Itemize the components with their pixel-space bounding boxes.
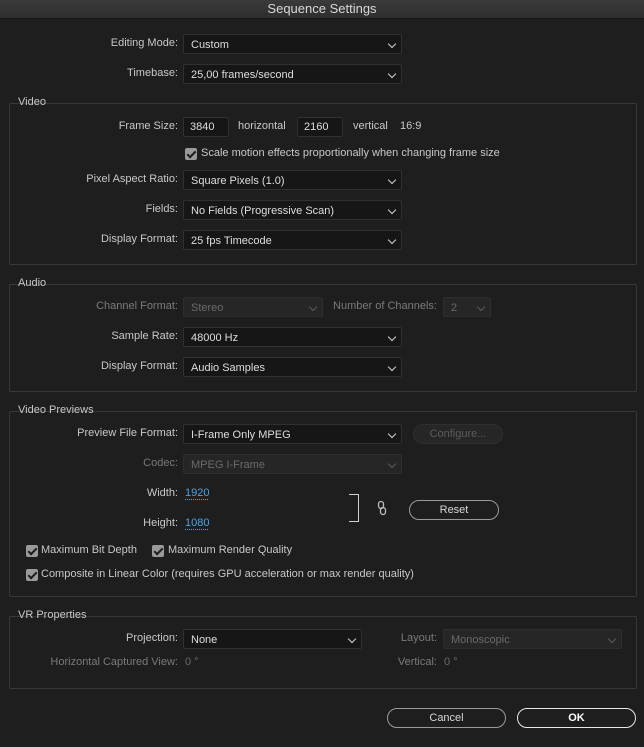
audio-display-format-dropdown[interactable]: Audio Samples: [183, 357, 402, 377]
audio-display-format-label: Display Format:: [100, 360, 178, 372]
chevron-down-icon: [607, 634, 617, 644]
frame-width-input[interactable]: 3840: [183, 117, 229, 137]
channel-format-dropdown[interactable]: Stereo: [183, 297, 323, 317]
link-bracket: [349, 494, 359, 522]
window-title: Sequence Settings: [0, 0, 644, 19]
chevron-down-icon: [308, 302, 318, 312]
max-render-quality-label: Maximum Render Quality: [168, 544, 293, 556]
num-channels-dropdown[interactable]: 2: [443, 297, 491, 317]
codec-value: MPEG I-Frame: [191, 459, 265, 471]
preview-file-format-label: Preview File Format:: [77, 427, 178, 439]
timebase-label: Timebase:: [127, 67, 178, 79]
audio-group-title: Audio: [18, 277, 47, 289]
video-display-format-label: Display Format:: [100, 233, 178, 245]
chevron-down-icon: [347, 634, 357, 644]
vr-properties-group: [9, 616, 637, 689]
preview-width-value[interactable]: 1920: [185, 487, 209, 499]
frame-height-input[interactable]: 2160: [297, 117, 343, 137]
scale-motion-checkbox[interactable]: [185, 148, 197, 160]
channel-format-value: Stereo: [191, 302, 224, 314]
editing-mode-label: Editing Mode:: [110, 37, 178, 49]
layout-label: Layout:: [400, 632, 437, 644]
timebase-value: 25,00 frames/second: [191, 69, 294, 81]
timebase-dropdown[interactable]: 25,00 frames/second: [183, 64, 402, 84]
chain-link-icon[interactable]: [374, 500, 390, 516]
height-label: Height:: [143, 517, 178, 529]
video-display-format-dropdown[interactable]: 25 fps Timecode: [183, 230, 402, 250]
num-channels-value: 2: [451, 302, 458, 314]
layout-value: Monoscopic: [451, 634, 510, 646]
max-bit-depth-checkbox[interactable]: [26, 545, 38, 557]
vertical-view-label: Vertical:: [397, 656, 437, 668]
codec-dropdown[interactable]: MPEG I-Frame: [183, 454, 402, 474]
channel-format-label: Channel Format:: [96, 300, 178, 312]
editing-mode-value: Custom: [191, 39, 229, 51]
video-display-format-value: 25 fps Timecode: [191, 235, 272, 247]
fields-label: Fields:: [145, 203, 178, 215]
composite-linear-checkbox[interactable]: [26, 569, 38, 581]
projection-dropdown[interactable]: None: [183, 629, 362, 649]
vertical-view-value[interactable]: 0 °: [444, 656, 458, 668]
preview-file-format-dropdown[interactable]: I-Frame Only MPEG: [183, 424, 402, 444]
vertical-label: vertical: [353, 120, 388, 132]
chevron-down-icon: [387, 235, 397, 245]
width-label: Width:: [146, 487, 178, 499]
chevron-down-icon: [387, 69, 397, 79]
chevron-down-icon: [387, 332, 397, 342]
fields-dropdown[interactable]: No Fields (Progressive Scan): [183, 200, 402, 220]
chevron-down-icon: [387, 459, 397, 469]
chevron-down-icon: [387, 429, 397, 439]
projection-label: Projection:: [126, 632, 178, 644]
sample-rate-label: Sample Rate:: [111, 330, 178, 342]
chevron-down-icon: [387, 362, 397, 372]
preview-height-value[interactable]: 1080: [185, 517, 209, 529]
reset-button[interactable]: Reset: [409, 500, 499, 520]
max-render-quality-checkbox[interactable]: [152, 545, 164, 557]
configure-button[interactable]: Configure...: [413, 424, 503, 444]
chevron-down-icon: [387, 175, 397, 185]
projection-value: None: [191, 634, 218, 646]
pixel-aspect-label: Pixel Aspect Ratio:: [86, 173, 178, 185]
chevron-down-icon: [387, 205, 397, 215]
max-bit-depth-label: Maximum Bit Depth: [41, 544, 137, 556]
ok-button[interactable]: OK: [517, 708, 636, 728]
sample-rate-value: 48000 Hz: [191, 332, 239, 344]
layout-dropdown[interactable]: Monoscopic: [443, 629, 622, 649]
composite-linear-label: Composite in Linear Color (requires GPU …: [41, 568, 414, 580]
horizontal-captured-view-label: Horizontal Captured View:: [50, 656, 178, 668]
video-previews-group-title: Video Previews: [18, 404, 94, 416]
video-group-title: Video: [18, 96, 46, 108]
vr-properties-group-title: VR Properties: [18, 609, 87, 621]
chevron-down-icon: [476, 302, 486, 312]
pixel-aspect-dropdown[interactable]: Square Pixels (1.0): [183, 170, 402, 190]
horizontal-captured-view-value[interactable]: 0 °: [185, 656, 199, 668]
editing-mode-dropdown[interactable]: Custom: [183, 34, 402, 54]
audio-display-format-value: Audio Samples: [191, 362, 265, 374]
codec-label: Codec:: [143, 457, 178, 469]
horizontal-label: horizontal: [238, 120, 286, 132]
scale-motion-label: Scale motion effects proportionally when…: [201, 147, 500, 159]
num-channels-label: Number of Channels:: [333, 300, 437, 312]
aspect-ratio-text: 16:9: [400, 120, 422, 132]
fields-value: No Fields (Progressive Scan): [191, 205, 335, 217]
chevron-down-icon: [387, 39, 397, 49]
cancel-button[interactable]: Cancel: [387, 708, 506, 728]
preview-file-format-value: I-Frame Only MPEG: [191, 429, 291, 441]
pixel-aspect-value: Square Pixels (1.0): [191, 175, 285, 187]
frame-size-label: Frame Size:: [118, 120, 178, 132]
sample-rate-dropdown[interactable]: 48000 Hz: [183, 327, 402, 347]
